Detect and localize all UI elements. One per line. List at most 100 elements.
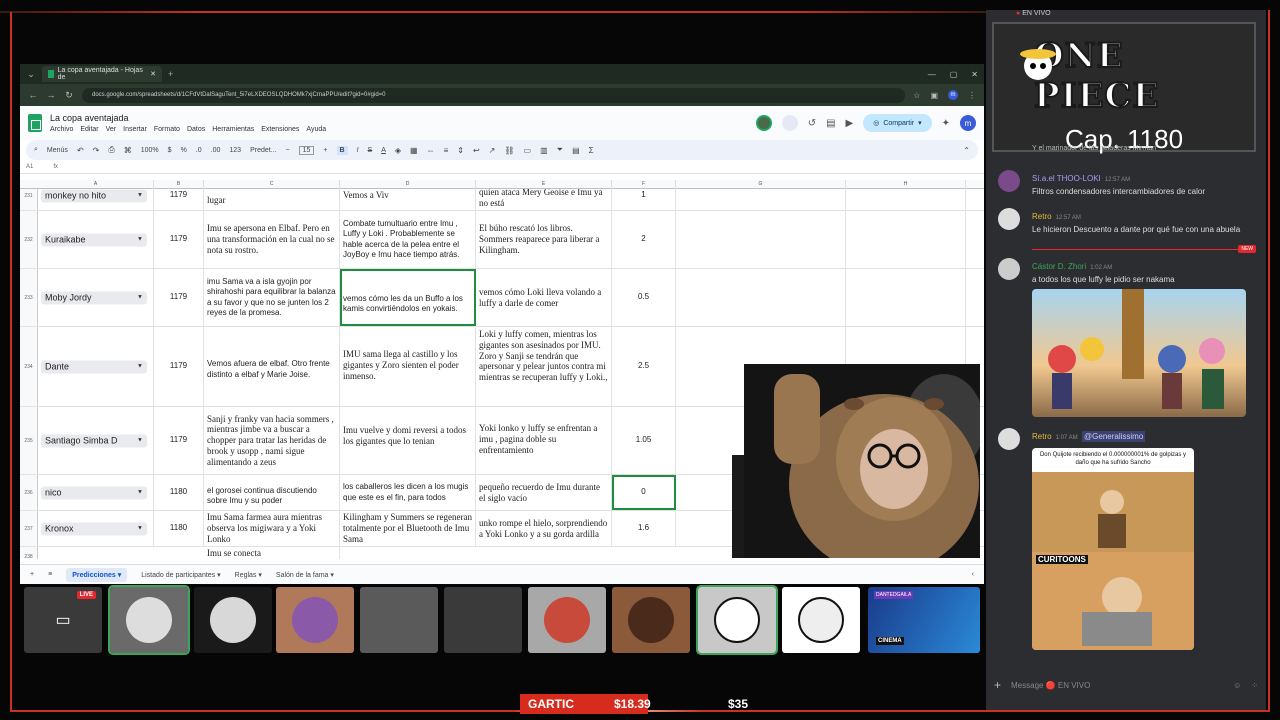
prediction-cell[interactable]: IMU sama llega al castillo y los gigante… bbox=[340, 327, 476, 406]
chapter-cell[interactable]: 1179 bbox=[154, 189, 204, 210]
name-dropdown[interactable]: monkey no hito ▼ bbox=[41, 189, 147, 202]
username[interactable]: Retro bbox=[1032, 212, 1052, 221]
chapter-cell[interactable]: 1180 bbox=[154, 475, 204, 510]
bookmark-star-icon[interactable]: ☆ bbox=[913, 91, 920, 100]
sheet-tab-predicciones[interactable]: Predicciones ▾ bbox=[66, 567, 128, 582]
add-attachment-icon[interactable]: + bbox=[994, 678, 1001, 692]
all-sheets-icon[interactable]: ≡ bbox=[48, 571, 52, 578]
empty-cell[interactable] bbox=[676, 189, 846, 210]
sheets-logo-icon[interactable] bbox=[28, 114, 42, 132]
meme-image[interactable]: Don Quijote recibiendo el 0.000000001% d… bbox=[1032, 448, 1194, 650]
functions-icon[interactable]: Σ bbox=[589, 146, 594, 155]
apps-icon[interactable]: ⁘ bbox=[1251, 681, 1258, 690]
name-dropdown[interactable]: Kronox ▼ bbox=[41, 522, 147, 535]
empty-cell[interactable] bbox=[676, 269, 846, 326]
menu-insertar[interactable]: Insertar bbox=[123, 126, 147, 133]
name-box[interactable]: A1 bbox=[26, 164, 33, 170]
username[interactable]: Cástor D. Zhori bbox=[1032, 262, 1086, 271]
column-header-g[interactable]: G bbox=[676, 180, 846, 189]
participant-tile-screenshare[interactable]: LIVE ▭ bbox=[24, 587, 102, 653]
menu-extensiones[interactable]: Extensiones bbox=[261, 126, 299, 133]
score-cell[interactable]: 2.5 bbox=[612, 327, 676, 406]
number-format-button[interactable]: 123 bbox=[229, 147, 241, 154]
add-sheet-icon[interactable]: + bbox=[30, 571, 34, 578]
empty-cell[interactable] bbox=[846, 269, 966, 326]
comment-icon[interactable]: ▭ bbox=[524, 146, 532, 155]
row-number[interactable]: 236 bbox=[20, 475, 38, 510]
comments-icon[interactable]: ▤ bbox=[826, 118, 835, 129]
fill-color-icon[interactable]: ◈ bbox=[395, 146, 401, 155]
filter-views-icon[interactable]: ▤ bbox=[572, 146, 580, 155]
participant-tile[interactable] bbox=[276, 587, 354, 653]
participant-tile[interactable] bbox=[444, 587, 522, 653]
prediction-cell[interactable]: Imu se apersona en Elbaf. Pero en una tr… bbox=[204, 211, 340, 268]
doc-title[interactable]: La copa aventajada bbox=[50, 113, 326, 123]
prediction-cell[interactable]: Yoki lonko y luffy se enfrentan a imu , … bbox=[476, 407, 612, 474]
new-tab-icon[interactable]: + bbox=[168, 69, 173, 79]
avatar[interactable] bbox=[998, 170, 1020, 192]
font-size-decrease-icon[interactable]: − bbox=[286, 147, 290, 154]
row-number[interactable]: 235 bbox=[20, 407, 38, 474]
attached-image[interactable] bbox=[1032, 289, 1246, 417]
prediction-cell[interactable]: vemos cómo Loki lleva volando a luffy a … bbox=[476, 269, 612, 326]
chapter-cell[interactable]: 1179 bbox=[154, 407, 204, 474]
avatar[interactable] bbox=[998, 208, 1020, 230]
prediction-cell[interactable]: pequeño recuerdo de Imu durante el siglo… bbox=[476, 475, 612, 510]
username[interactable]: Sí.a.el THOO-LOKI bbox=[1032, 174, 1101, 183]
prediction-cell[interactable]: Imu Sama farmea aura mientras observa lo… bbox=[204, 511, 340, 546]
prediction-cell[interactable]: imu Sama va a isla gyojin por shirahoshi… bbox=[204, 269, 340, 326]
prediction-cell[interactable]: quien ataca Mery Geoise e Imu ya no está bbox=[476, 189, 612, 210]
tab-list-icon[interactable]: ⌄ bbox=[26, 69, 36, 80]
name-cell[interactable]: Moby Jordy ▼ bbox=[38, 269, 154, 326]
borders-icon[interactable]: ▦ bbox=[410, 146, 418, 155]
zoom-select[interactable]: 100% bbox=[141, 147, 159, 154]
percent-button[interactable]: % bbox=[181, 147, 187, 154]
participant-tile[interactable] bbox=[782, 587, 860, 653]
browser-tab[interactable]: La copa aventajada - Hojas de ✕ bbox=[42, 66, 162, 82]
collapse-toolbar-icon[interactable]: ⌃ bbox=[963, 146, 970, 155]
strikethrough-button[interactable]: S bbox=[368, 147, 373, 154]
mention[interactable]: @Generalissimo bbox=[1082, 431, 1146, 442]
chapter-cell[interactable]: 1179 bbox=[154, 269, 204, 326]
font-size-increase-icon[interactable]: + bbox=[323, 147, 327, 154]
italic-button[interactable]: I bbox=[357, 147, 359, 154]
menu-archivo[interactable]: Archivo bbox=[50, 126, 73, 133]
url-field[interactable]: docs.google.com/spreadsheets/d/1CFdVtDal… bbox=[82, 87, 906, 103]
column-header-f[interactable]: F bbox=[612, 180, 676, 189]
score-cell-selected[interactable]: 0 bbox=[612, 475, 676, 510]
score-cell[interactable]: 1.05 bbox=[612, 407, 676, 474]
name-cell[interactable]: Santiago Simba D ▼ bbox=[38, 407, 154, 474]
chapter-cell[interactable]: 1179 bbox=[154, 327, 204, 406]
participant-tile[interactable] bbox=[528, 587, 606, 653]
menu-ayuda[interactable]: Ayuda bbox=[306, 126, 326, 133]
font-select[interactable]: Predet... bbox=[250, 147, 276, 154]
name-cell[interactable]: Kuraikabe ▼ bbox=[38, 211, 154, 268]
paint-format-icon[interactable]: ⌘ bbox=[124, 146, 132, 155]
participant-tile[interactable] bbox=[696, 585, 778, 655]
menu-ver[interactable]: Ver bbox=[106, 126, 117, 133]
empty-cell[interactable] bbox=[846, 211, 966, 268]
participant-tile[interactable] bbox=[108, 585, 190, 655]
empty-cell[interactable] bbox=[846, 189, 966, 210]
decrease-decimal-button[interactable]: .0 bbox=[196, 147, 202, 154]
username[interactable]: Retro bbox=[1032, 432, 1052, 441]
prediction-cell[interactable]: Kilingham y Summers se regeneran totalme… bbox=[340, 511, 476, 546]
bold-button[interactable]: B bbox=[336, 145, 348, 155]
row-number[interactable]: 232 bbox=[20, 211, 38, 268]
browser-menu-icon[interactable]: ⋮ bbox=[968, 91, 976, 100]
share-button[interactable]: ◎ Compartir ▾ bbox=[863, 114, 932, 132]
name-dropdown[interactable]: Moby Jordy ▼ bbox=[41, 291, 147, 304]
forward-icon[interactable]: → bbox=[46, 90, 56, 100]
gemini-icon[interactable]: ✦ bbox=[942, 118, 950, 129]
participant-tile-stream[interactable]: DANTEDGAILA CINEMA bbox=[868, 587, 980, 653]
increase-decimal-button[interactable]: .00 bbox=[211, 147, 221, 154]
menu-editar[interactable]: Editar bbox=[80, 126, 98, 133]
row-number[interactable]: 237 bbox=[20, 511, 38, 546]
name-dropdown[interactable]: nico ▼ bbox=[41, 486, 147, 499]
column-header-a[interactable]: A bbox=[38, 180, 154, 189]
font-size-field[interactable]: 15 bbox=[298, 145, 315, 155]
collaborator-avatar[interactable] bbox=[755, 115, 772, 131]
prediction-cell[interactable]: Vemos a Viv bbox=[340, 189, 476, 210]
search-menus-icon[interactable]: ⌕ bbox=[34, 146, 38, 154]
name-cell[interactable]: Dante ▼ bbox=[38, 327, 154, 406]
